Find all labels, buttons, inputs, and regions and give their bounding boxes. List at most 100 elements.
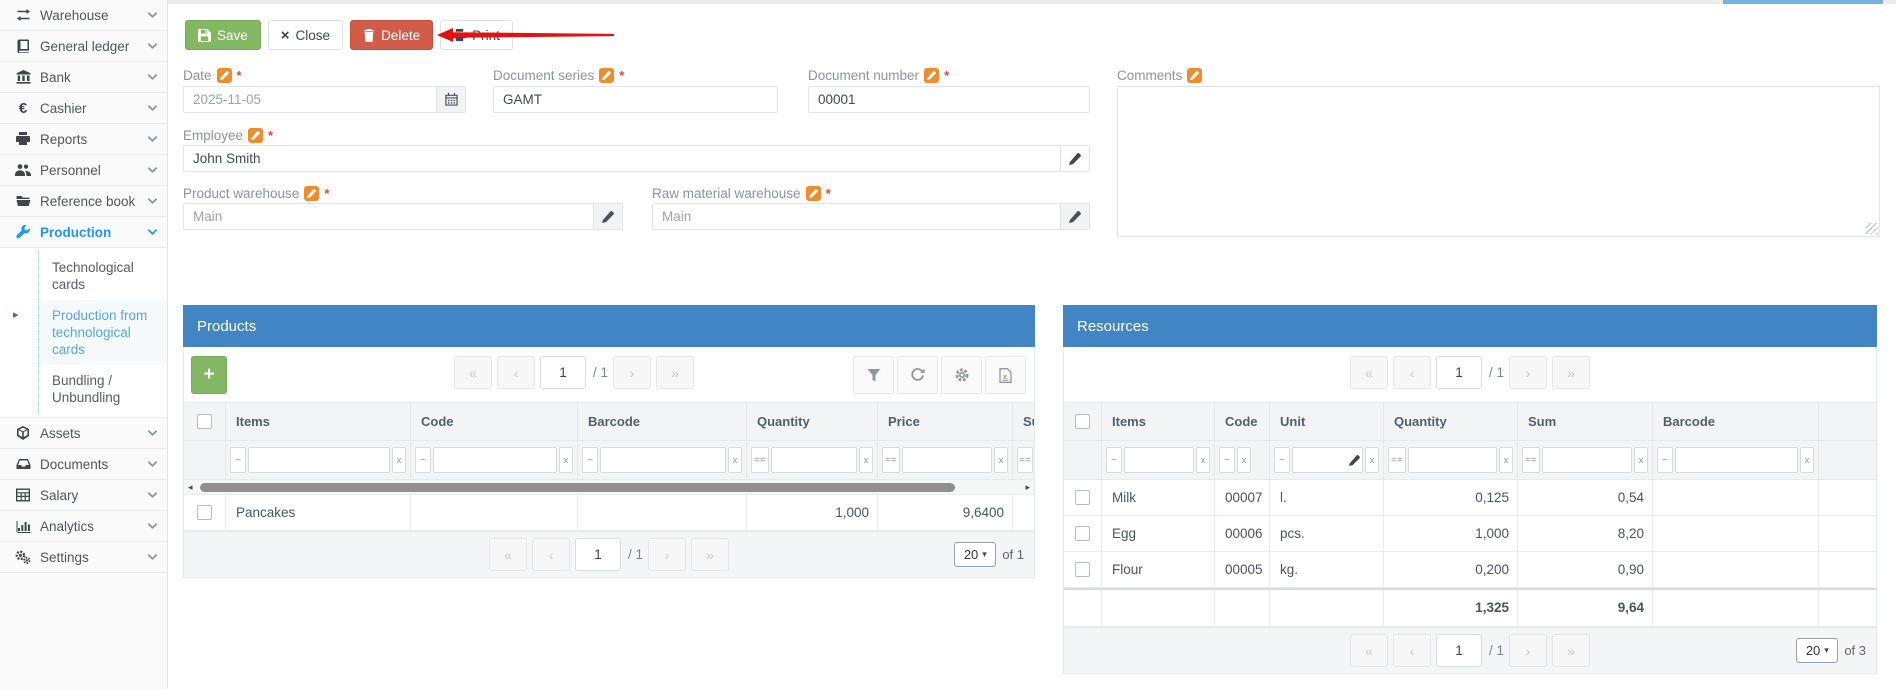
filter-input[interactable] bbox=[1542, 447, 1632, 473]
filter-operator[interactable]: ~ bbox=[230, 447, 246, 473]
filter-operator[interactable]: ~ bbox=[1657, 447, 1673, 473]
clear-filter-button[interactable]: x bbox=[1800, 447, 1814, 473]
first-page-button[interactable]: « bbox=[1350, 634, 1388, 667]
filter-operator[interactable]: ~ bbox=[415, 447, 431, 473]
edit-pencil-icon[interactable] bbox=[1060, 204, 1089, 229]
horizontal-scrollbar[interactable]: ◂ ▸ bbox=[184, 480, 1034, 495]
page-number-input[interactable] bbox=[540, 356, 586, 389]
row-checkbox[interactable] bbox=[1075, 526, 1090, 541]
row-checkbox[interactable] bbox=[1075, 490, 1090, 505]
edit-pencil-icon[interactable] bbox=[593, 204, 622, 229]
sidebar-item-salary[interactable]: Salary bbox=[0, 480, 167, 511]
select-all-checkbox[interactable] bbox=[1075, 414, 1090, 429]
next-page-button[interactable]: › bbox=[613, 356, 651, 389]
first-page-button[interactable]: « bbox=[489, 538, 527, 571]
document-number-input[interactable] bbox=[809, 87, 1089, 112]
clear-filter-button[interactable]: x bbox=[392, 447, 406, 473]
filter-input[interactable] bbox=[600, 447, 726, 473]
sidebar-item-documents[interactable]: Documents bbox=[0, 449, 167, 480]
prev-page-button[interactable]: ‹ bbox=[497, 356, 535, 389]
filter-input[interactable] bbox=[248, 447, 390, 473]
clear-filter-button[interactable]: x bbox=[559, 447, 573, 473]
close-button[interactable]: × Close bbox=[268, 20, 343, 50]
clear-filter-button[interactable]: x bbox=[1237, 447, 1251, 473]
sidebar-item-analytics[interactable]: Analytics bbox=[0, 511, 167, 542]
sidebar-item-bank[interactable]: Bank bbox=[0, 62, 167, 93]
scrollbar-thumb[interactable] bbox=[200, 483, 955, 492]
scroll-left-icon[interactable]: ◂ bbox=[188, 483, 193, 492]
last-page-button[interactable]: » bbox=[656, 356, 694, 389]
filter-input[interactable] bbox=[433, 447, 557, 473]
filter-input[interactable] bbox=[1675, 447, 1798, 473]
clear-filter-button[interactable]: x bbox=[1365, 447, 1379, 473]
filter-operator[interactable]: ~ bbox=[1106, 447, 1122, 473]
next-page-button[interactable]: › bbox=[1509, 356, 1547, 389]
clear-filter-button[interactable]: x bbox=[728, 447, 742, 473]
sidebar-item-settings[interactable]: Settings bbox=[0, 542, 167, 573]
scroll-right-icon[interactable]: ▸ bbox=[1025, 483, 1030, 492]
clear-filter-button[interactable]: x bbox=[1196, 447, 1210, 473]
prev-page-button[interactable]: ‹ bbox=[532, 538, 570, 571]
clear-filter-button[interactable]: x bbox=[994, 447, 1008, 473]
sidebar-item-assets[interactable]: Assets bbox=[0, 418, 167, 449]
filter-operator[interactable]: == bbox=[1017, 447, 1033, 473]
sidebar-item-warehouse[interactable]: Warehouse bbox=[0, 0, 167, 31]
filter-operator[interactable]: == bbox=[751, 447, 769, 473]
export-excel-button[interactable]: x bbox=[985, 356, 1026, 394]
sidebar-item-reference-book[interactable]: Reference book bbox=[0, 186, 167, 217]
first-page-button[interactable]: « bbox=[454, 356, 492, 389]
page-size-select[interactable]: 20▾ bbox=[1796, 638, 1838, 663]
filter-input-with-picker[interactable] bbox=[1292, 447, 1363, 473]
filter-button[interactable] bbox=[853, 356, 894, 394]
sidebar-item-personnel[interactable]: Personnel bbox=[0, 155, 167, 186]
last-page-button[interactable]: » bbox=[1552, 356, 1590, 389]
sidebar-subitem-production-from-technological-cards[interactable]: ▸Production from technological cards bbox=[39, 300, 167, 365]
last-page-button[interactable]: » bbox=[691, 538, 729, 571]
row-checkbox[interactable] bbox=[197, 505, 212, 520]
sidebar-item-general-ledger[interactable]: General ledger bbox=[0, 31, 167, 62]
employee-input[interactable] bbox=[184, 146, 1060, 171]
raw-material-warehouse-input[interactable] bbox=[653, 204, 1060, 229]
comments-textarea[interactable] bbox=[1117, 86, 1880, 237]
filter-operator[interactable]: == bbox=[882, 447, 900, 473]
save-button[interactable]: Save bbox=[185, 20, 261, 50]
filter-operator[interactable]: ~ bbox=[582, 447, 598, 473]
filter-operator[interactable]: == bbox=[1388, 447, 1406, 473]
sidebar-item-reports[interactable]: Reports bbox=[0, 124, 167, 155]
calendar-icon[interactable] bbox=[436, 87, 465, 112]
page-number-input[interactable] bbox=[575, 538, 621, 571]
next-page-button[interactable]: › bbox=[1509, 634, 1547, 667]
filter-input[interactable] bbox=[902, 447, 992, 473]
first-page-button[interactable]: « bbox=[1350, 356, 1388, 389]
sidebar-item-production[interactable]: Production bbox=[0, 217, 167, 248]
date-input[interactable] bbox=[184, 87, 436, 112]
clear-filter-button[interactable]: x bbox=[1634, 447, 1648, 473]
sidebar-item-cashier[interactable]: € Cashier bbox=[0, 93, 167, 124]
add-row-button[interactable]: + bbox=[191, 356, 227, 394]
row-checkbox[interactable] bbox=[1075, 562, 1090, 577]
filter-operator[interactable]: ~ bbox=[1274, 447, 1290, 473]
product-warehouse-input[interactable] bbox=[184, 204, 593, 229]
filter-input[interactable] bbox=[1408, 447, 1497, 473]
filter-operator[interactable]: == bbox=[1522, 447, 1540, 473]
filter-input[interactable] bbox=[1124, 447, 1194, 473]
delete-button[interactable]: Delete bbox=[350, 20, 433, 50]
sidebar-subitem-bundling-unbundling[interactable]: Bundling / Unbundling bbox=[39, 365, 167, 413]
filter-operator[interactable]: ~ bbox=[1219, 447, 1235, 473]
grid-settings-button[interactable] bbox=[941, 356, 982, 394]
top-scrollbar[interactable] bbox=[168, 0, 1896, 4]
last-page-button[interactable]: » bbox=[1552, 634, 1590, 667]
edit-pencil-icon[interactable] bbox=[1060, 146, 1089, 171]
page-number-input[interactable] bbox=[1436, 634, 1482, 667]
top-scrollbar-thumb[interactable] bbox=[1723, 0, 1883, 4]
filter-input[interactable] bbox=[771, 447, 857, 473]
prev-page-button[interactable]: ‹ bbox=[1393, 634, 1431, 667]
resources-table-row[interactable]: Milk 00007 l. 0,125 0,54 bbox=[1064, 480, 1876, 516]
next-page-button[interactable]: › bbox=[648, 538, 686, 571]
clear-filter-button[interactable]: x bbox=[859, 447, 873, 473]
edit-pencil-icon[interactable] bbox=[1349, 455, 1360, 466]
sidebar-subitem-technological-cards[interactable]: Technological cards bbox=[39, 252, 167, 300]
refresh-button[interactable] bbox=[897, 356, 938, 394]
page-number-input[interactable] bbox=[1436, 356, 1482, 389]
resources-table-row[interactable]: Egg 00006 pcs. 1,000 8,20 bbox=[1064, 516, 1876, 552]
